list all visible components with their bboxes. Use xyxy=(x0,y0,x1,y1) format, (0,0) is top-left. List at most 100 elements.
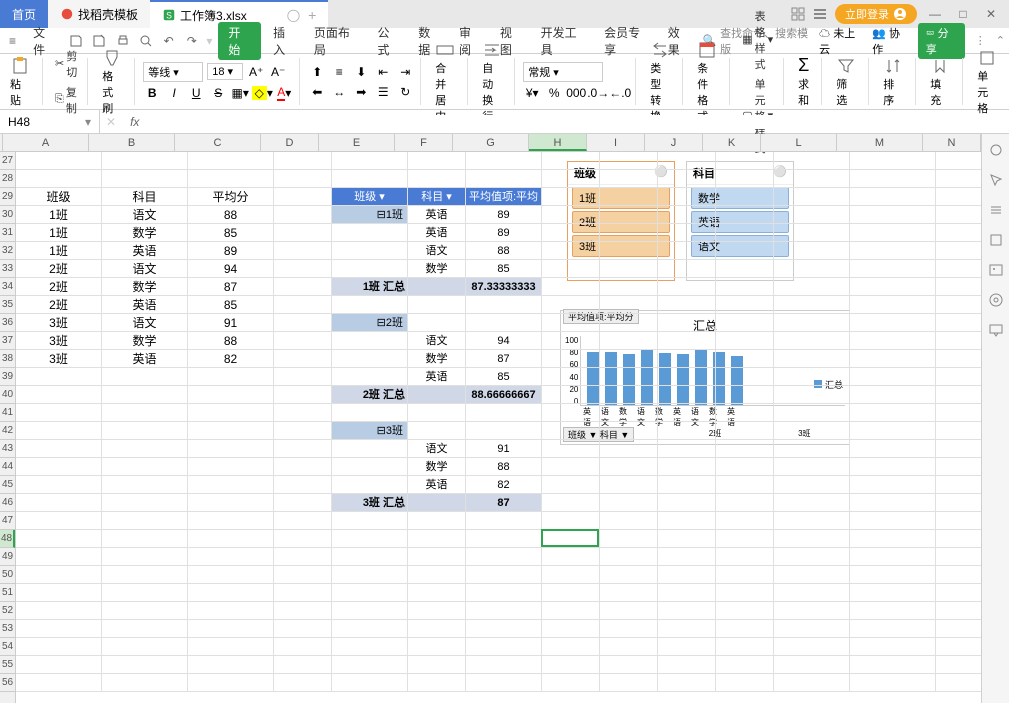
indent-decrease-button[interactable]: ⇤ xyxy=(374,63,392,81)
pivot-subtotal[interactable]: 2班 汇总 xyxy=(332,386,408,404)
filter-button[interactable]: 筛选 xyxy=(830,54,862,110)
col-header-N[interactable]: N xyxy=(923,134,981,151)
row-header-35[interactable]: 35 xyxy=(0,296,15,314)
row-header-41[interactable]: 41 xyxy=(0,404,15,422)
data-cell[interactable]: 英语 xyxy=(408,224,466,242)
data-cell[interactable]: 2班 xyxy=(16,296,102,314)
pivot-subtotal[interactable]: 88.66666667 xyxy=(466,386,542,404)
font-name-select[interactable]: 等线 ▾ xyxy=(143,62,203,82)
decrease-font-button[interactable]: A⁻ xyxy=(269,63,287,81)
row-header-51[interactable]: 51 xyxy=(0,584,15,602)
col-header-J[interactable]: J xyxy=(645,134,703,151)
col-header-A[interactable]: A xyxy=(3,134,89,151)
col-header-G[interactable]: G xyxy=(453,134,529,151)
pivot-subtotal[interactable] xyxy=(408,278,466,296)
font-size-select[interactable]: 18 ▾ xyxy=(207,63,243,80)
menu-insert[interactable]: 插入 xyxy=(267,22,302,60)
percent-button[interactable]: % xyxy=(545,84,563,102)
col-header-I[interactable]: I xyxy=(587,134,645,151)
pivot-subtotal[interactable] xyxy=(408,386,466,404)
data-cell[interactable]: 语文 xyxy=(408,440,466,458)
border-button[interactable]: ▦▾ xyxy=(231,84,249,102)
data-cell[interactable]: 85 xyxy=(188,296,274,314)
align-left-button[interactable]: ⬅ xyxy=(308,83,326,101)
pivot-header[interactable]: 班级 ▾ xyxy=(332,188,408,206)
row-header-34[interactable]: 34 xyxy=(0,278,15,296)
data-cell[interactable]: 91 xyxy=(188,314,274,332)
data-cell[interactable]: 语文 xyxy=(102,206,188,224)
col-header-K[interactable]: K xyxy=(703,134,761,151)
formula-input[interactable] xyxy=(147,115,1009,129)
cloud-status[interactable]: ☁ 未上云 xyxy=(819,25,862,57)
data-cell[interactable]: 数学 xyxy=(408,350,466,368)
decrease-decimal-button[interactable]: ←.0 xyxy=(611,84,629,102)
fill-button[interactable]: 填充 xyxy=(924,54,956,110)
sidebar-properties-icon[interactable] xyxy=(988,142,1004,158)
data-cell[interactable]: 2班 xyxy=(16,278,102,296)
row-header-36[interactable]: 36 xyxy=(0,314,15,332)
col-header-D[interactable]: D xyxy=(261,134,319,151)
row-header-55[interactable]: 55 xyxy=(0,656,15,674)
data-cell[interactable]: 1班 xyxy=(16,224,102,242)
data-cell[interactable]: 88 xyxy=(188,206,274,224)
sidebar-select-icon[interactable] xyxy=(988,172,1004,188)
row-header-47[interactable]: 47 xyxy=(0,512,15,530)
align-right-button[interactable]: ➡ xyxy=(352,83,370,101)
grid-view-icon[interactable] xyxy=(791,7,805,21)
pivot-group[interactable]: ⊟3班 xyxy=(332,422,408,440)
cancel-formula-icon[interactable]: ✕ xyxy=(100,115,122,129)
list-view-icon[interactable] xyxy=(813,7,827,21)
data-cell[interactable]: 94 xyxy=(188,260,274,278)
data-cell[interactable]: 91 xyxy=(466,440,542,458)
align-center-button[interactable]: ↔ xyxy=(330,83,348,101)
number-format-select[interactable]: 常规 ▾ xyxy=(523,62,603,82)
sum-button[interactable]: Σ求和 xyxy=(792,53,815,110)
data-cell[interactable]: 英语 xyxy=(102,296,188,314)
sort-button[interactable]: 排序 xyxy=(877,54,909,110)
data-cell[interactable]: 2班 xyxy=(16,260,102,278)
row-header-50[interactable]: 50 xyxy=(0,566,15,584)
data-cell[interactable]: 88 xyxy=(466,242,542,260)
menu-page-layout[interactable]: 页面布局 xyxy=(308,22,366,60)
data-cell[interactable]: 85 xyxy=(466,368,542,386)
paste-button[interactable]: 粘贴 xyxy=(4,54,36,110)
row-header-42[interactable]: 42 xyxy=(0,422,15,440)
data-cell[interactable]: 88 xyxy=(188,332,274,350)
row-header-56[interactable]: 56 xyxy=(0,674,15,692)
data-cell[interactable]: 89 xyxy=(188,242,274,260)
align-top-button[interactable]: ⬆ xyxy=(308,63,326,81)
row-header-54[interactable]: 54 xyxy=(0,638,15,656)
row-header-45[interactable]: 45 xyxy=(0,476,15,494)
col-header-F[interactable]: F xyxy=(395,134,453,151)
pivot-subtotal[interactable]: 3班 汇总 xyxy=(332,494,408,512)
row-header-32[interactable]: 32 xyxy=(0,242,15,260)
data-cell[interactable]: 82 xyxy=(466,476,542,494)
data-cell[interactable]: 3班 xyxy=(16,332,102,350)
sidebar-help-icon[interactable] xyxy=(988,292,1004,308)
currency-button[interactable]: ¥▾ xyxy=(523,84,541,102)
format-painter-button[interactable]: 格式刷 xyxy=(96,46,128,118)
row-header-29[interactable]: 29 xyxy=(0,188,15,206)
row-header-46[interactable]: 46 xyxy=(0,494,15,512)
tab-options-icon[interactable]: ◯ xyxy=(287,8,300,22)
underline-button[interactable]: U xyxy=(187,84,205,102)
data-cell[interactable]: 英语 xyxy=(102,350,188,368)
data-cell[interactable]: 英语 xyxy=(408,476,466,494)
row-header-38[interactable]: 38 xyxy=(0,350,15,368)
print-preview-icon[interactable] xyxy=(137,32,154,50)
data-cell[interactable]: 88 xyxy=(466,458,542,476)
fill-color-button[interactable]: ◇▾ xyxy=(253,84,271,102)
sidebar-feedback-icon[interactable] xyxy=(988,322,1004,338)
col-header-M[interactable]: M xyxy=(837,134,923,151)
data-cell[interactable]: 87 xyxy=(466,350,542,368)
cell-button[interactable]: 单元格 xyxy=(971,46,1003,118)
data-cell[interactable]: 语文 xyxy=(102,260,188,278)
italic-button[interactable]: I xyxy=(165,84,183,102)
maximize-button[interactable]: □ xyxy=(953,4,973,24)
cut-button[interactable]: ✂剪切 xyxy=(51,47,81,81)
menu-icon[interactable]: ≡ xyxy=(4,32,21,50)
data-cell[interactable]: 班级 xyxy=(16,188,102,206)
indent-increase-button[interactable]: ⇥ xyxy=(396,63,414,81)
redo-icon[interactable]: ↷ xyxy=(183,32,200,50)
login-button[interactable]: 立即登录 xyxy=(835,4,917,24)
